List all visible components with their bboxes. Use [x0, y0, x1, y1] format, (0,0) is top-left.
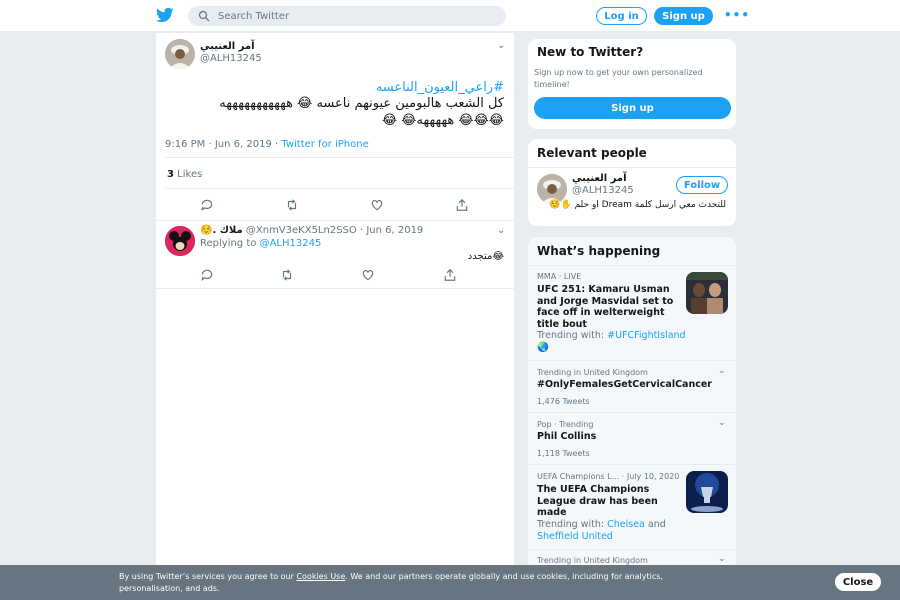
likes-number: 3	[167, 169, 174, 180]
chevron-down-icon[interactable]: ⌄	[718, 418, 726, 428]
trend-category: Trending in United Kingdom	[537, 368, 648, 377]
tweet-author-name[interactable]: آمر العنيبي	[200, 41, 255, 52]
trending-with-link[interactable]: Chelsea	[607, 519, 645, 530]
trophy-image-icon	[686, 471, 728, 513]
divider	[165, 188, 514, 189]
search-icon	[198, 10, 210, 22]
globe-emoji-icon: 🌏	[537, 342, 549, 353]
trend-item[interactable]: Pop · Trending ⌄ Phil Collins 1,118 Twee…	[528, 412, 736, 464]
reply-icon[interactable]	[200, 198, 214, 212]
top-bar: Search Twitter Log in Sign up •••	[0, 0, 900, 32]
trend-title: The UEFA Champions League draw has been …	[537, 484, 658, 518]
trend-trending-with: Trending with: Chelsea and Sheffield Uni…	[537, 519, 682, 542]
user-photo-icon	[165, 39, 195, 69]
replying-to-handle[interactable]: @ALH13245	[260, 238, 322, 249]
relevant-people-panel: Relevant people آمر العنيبي @ALH13245 Fo…	[527, 138, 737, 227]
whats-happening-panel: What’s happening MMA · LIVE UFC 251: Kam…	[527, 236, 737, 600]
more-options-icon[interactable]: •••	[724, 8, 750, 22]
trending-with-label: Trending with:	[537, 519, 605, 530]
trend-category: Pop · Trending	[537, 420, 594, 429]
divider	[165, 157, 514, 158]
share-icon[interactable]	[455, 198, 469, 212]
cookies-use-link[interactable]: Cookies Use	[296, 572, 345, 581]
tweet-text-line: 😂😂😂 هههههه😂 😂	[381, 113, 504, 128]
reply-header: ☺️. ملاك @XnmV3eKX5Ln2SSO · Jun 6, 2019	[200, 225, 423, 236]
tweet-actions	[156, 198, 516, 212]
like-icon[interactable]	[361, 268, 375, 282]
search-input[interactable]: Search Twitter	[188, 6, 506, 26]
divider	[528, 167, 736, 168]
trend-trending-with: Trending with: #UFCFightIsland	[537, 330, 687, 342]
trend-category: UEFA Champions L... · July 10, 2020	[537, 472, 680, 481]
trending-with-link[interactable]: Sheffield United	[537, 531, 613, 542]
trending-with-hashtag[interactable]: #UFCFightIsland	[607, 330, 685, 341]
trend-title: UFC 251: Kamaru Usman and Jorge Masvidal…	[537, 284, 674, 330]
divider	[156, 220, 516, 221]
close-button[interactable]: Close	[835, 573, 881, 591]
share-icon[interactable]	[443, 268, 457, 282]
avatar[interactable]	[165, 226, 195, 256]
trend-item[interactable]: UEFA Champions L... · July 10, 2020 The …	[528, 464, 736, 549]
tweet-hashtag[interactable]: #راعي_العيون_الناعسه	[376, 80, 504, 95]
reply-actions	[156, 268, 516, 282]
panel-subtitle: Sign up now to get your own personalized…	[534, 68, 703, 89]
trending-with-label: Trending with:	[537, 330, 605, 341]
tweet-author-handle[interactable]: @ALH13245	[200, 53, 262, 64]
cookie-banner: By using Twitter’s services you agree to…	[0, 565, 900, 600]
person-name[interactable]: آمر العنيبي	[572, 173, 627, 184]
replying-to: Replying to @ALH13245	[200, 238, 321, 249]
trend-count: 1,476 Tweets	[537, 397, 590, 406]
reply-author-name[interactable]: ☺️. ملاك	[200, 225, 243, 236]
likes-label: Likes	[177, 169, 203, 180]
divider	[156, 288, 516, 289]
reply-date[interactable]: · Jun 6, 2019	[360, 225, 423, 236]
retweet-icon[interactable]	[285, 198, 299, 212]
tweet-time[interactable]: 9:16 PM · Jun 6, 2019	[165, 139, 272, 150]
login-button[interactable]: Log in	[596, 7, 647, 25]
trend-item[interactable]: MMA · LIVE UFC 251: Kamaru Usman and Jor…	[528, 265, 736, 360]
trend-category: Trending in United Kingdom	[537, 556, 648, 565]
panel-title: Relevant people	[537, 146, 647, 160]
trend-count: 1,118 Tweets	[537, 449, 590, 458]
trending-with-and: and	[647, 519, 666, 530]
tweet-source[interactable]: Twitter for iPhone	[281, 139, 368, 150]
search-placeholder: Search Twitter	[218, 10, 290, 22]
person-handle[interactable]: @ALH13245	[572, 185, 634, 196]
signup-button[interactable]: Sign up	[654, 7, 713, 25]
chevron-down-icon[interactable]: ⌄	[497, 225, 505, 236]
new-to-twitter-panel: New to Twitter? Sign up now to get your …	[527, 38, 737, 130]
avatar[interactable]	[165, 39, 195, 69]
fighters-image-icon	[686, 272, 728, 314]
cookie-text: By using Twitter’s services you agree to…	[119, 571, 729, 595]
tweet-meta: 9:16 PM · Jun 6, 2019 · Twitter for iPho…	[165, 139, 369, 150]
reply-icon[interactable]	[200, 268, 214, 282]
tweet-text-line: كل الشعب هالبومين عيونهم ناعسه 😂 ههههههه…	[219, 96, 504, 111]
likes-count[interactable]: 3 Likes	[167, 169, 202, 180]
person-bio: للتحدث معي ارسل كلمة Dream او حلم ✋☺️	[549, 200, 726, 210]
signup-button[interactable]: Sign up	[534, 97, 731, 119]
champions-league-thumbnail[interactable]	[686, 471, 728, 513]
chevron-down-icon[interactable]: ⌄	[497, 40, 505, 51]
follow-button[interactable]: Follow	[676, 176, 728, 194]
mickey-avatar-icon	[165, 226, 195, 256]
reply-author-handle[interactable]: @XnmV3eKX5Ln2SSO	[246, 225, 357, 236]
trend-category: MMA · LIVE	[537, 272, 582, 281]
trend-title: Phil Collins	[537, 431, 597, 442]
ufc-fighters-thumbnail[interactable]	[686, 272, 728, 314]
trend-title: #OnlyFemalesGetCervicalCancer	[537, 379, 712, 390]
trend-item[interactable]: Trending in United Kingdom ⌄ #OnlyFemale…	[528, 360, 736, 412]
like-icon[interactable]	[370, 198, 384, 212]
cookie-text-before: By using Twitter’s services you agree to…	[119, 572, 294, 581]
reply-text: 😂متجدد	[467, 251, 504, 262]
replying-to-label: Replying to	[200, 238, 257, 249]
chevron-down-icon[interactable]: ⌄	[718, 554, 726, 564]
main-timeline: آمر العنيبي @ALH13245 ⌄ #راعي_العيون_الن…	[155, 33, 516, 600]
chevron-down-icon[interactable]: ⌄	[718, 366, 726, 376]
twitter-logo-icon[interactable]	[156, 6, 174, 24]
panel-title: New to Twitter?	[537, 45, 644, 59]
retweet-icon[interactable]	[280, 268, 294, 282]
panel-title: What’s happening	[537, 244, 661, 258]
